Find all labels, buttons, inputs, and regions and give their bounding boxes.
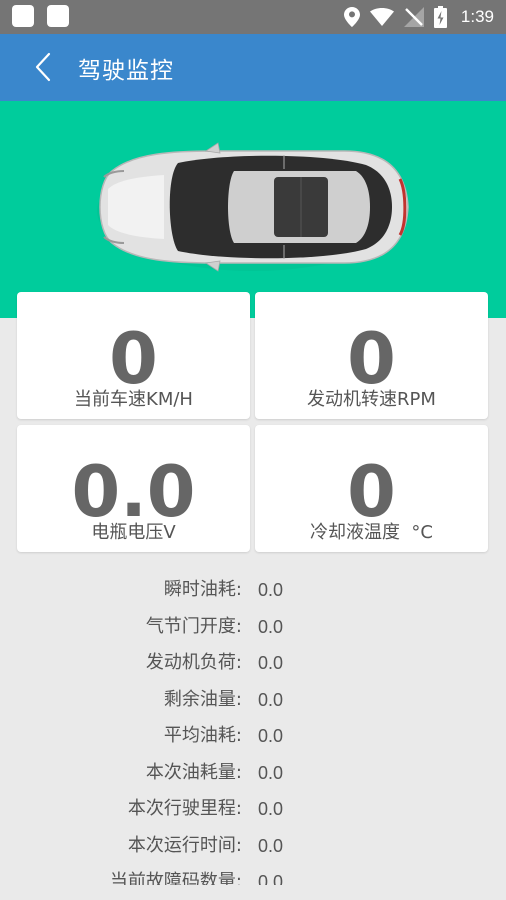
app-bar: 驾驶监控 xyxy=(0,34,506,101)
stat-row-instant-fuel: 瞬时油耗: 0.0 xyxy=(0,575,506,605)
rpm-value: 0 xyxy=(347,318,396,400)
clock: 1:39 xyxy=(460,7,494,26)
notification-app-icon xyxy=(12,5,34,27)
stat-value: 0.0 xyxy=(258,726,284,746)
stat-value: 0.0 xyxy=(258,653,284,673)
speed-label: 当前车速KM/H xyxy=(74,389,193,410)
stat-row-fault-codes: 当前故障码数量: 0.0 xyxy=(0,867,506,885)
metric-card-rpm: 0 发动机转速RPM xyxy=(255,292,488,419)
stat-label: 平均油耗: xyxy=(163,725,242,746)
coolant-temp-value: 0 xyxy=(347,451,396,533)
page-title: 驾驶监控 xyxy=(78,58,174,84)
stat-label: 本次行驶里程: xyxy=(127,798,242,819)
voltage-value: 0.0 xyxy=(71,451,196,533)
location-icon xyxy=(343,7,360,27)
stat-value: 0.0 xyxy=(258,690,284,710)
status-bar: 1:39 xyxy=(0,0,506,34)
wifi-icon xyxy=(369,8,394,26)
stat-value: 0.0 xyxy=(258,763,284,783)
voltage-label: 电瓶电压V xyxy=(91,522,176,543)
battery-charging-icon xyxy=(433,6,447,28)
stat-value: 0.0 xyxy=(258,580,284,600)
rpm-label: 发动机转速RPM xyxy=(307,389,436,410)
stat-label: 本次油耗量: xyxy=(145,762,242,783)
no-signal-icon xyxy=(403,7,424,27)
car-hero-banner xyxy=(0,101,506,318)
metric-card-coolant-temp: 0 冷却液温度 °C xyxy=(255,425,488,552)
notification-app-icon xyxy=(47,5,69,27)
metric-card-speed: 0 当前车速KM/H xyxy=(17,292,250,419)
speed-value: 0 xyxy=(109,318,158,400)
stat-label: 发动机负荷: xyxy=(145,652,242,673)
stat-value: 0.0 xyxy=(258,872,284,885)
stat-row-trip-distance: 本次行驶里程: 0.0 xyxy=(0,794,506,824)
stat-label: 瞬时油耗: xyxy=(163,579,242,600)
driving-stats-list: 瞬时油耗: 0.0 气节门开度: 0.0 发动机负荷: 0.0 剩余油量: 0.… xyxy=(0,572,506,885)
stat-label: 当前故障码数量: xyxy=(109,871,242,885)
stat-label: 气节门开度: xyxy=(145,616,242,637)
stat-row-trip-time: 本次运行时间: 0.0 xyxy=(0,831,506,861)
stat-label: 本次运行时间: xyxy=(127,835,242,856)
coolant-temp-label: 冷却液温度 °C xyxy=(309,522,433,543)
stat-row-avg-fuel: 平均油耗: 0.0 xyxy=(0,721,506,751)
stat-value: 0.0 xyxy=(258,799,284,819)
car-top-view-image xyxy=(97,142,409,272)
status-icons: 1:39 xyxy=(343,0,494,34)
stat-row-throttle: 气节门开度: 0.0 xyxy=(0,612,506,642)
metric-card-voltage: 0.0 电瓶电压V xyxy=(17,425,250,552)
stat-row-fuel-remaining: 剩余油量: 0.0 xyxy=(0,685,506,715)
stat-value: 0.0 xyxy=(258,836,284,856)
stat-row-trip-fuel: 本次油耗量: 0.0 xyxy=(0,758,506,788)
back-button[interactable] xyxy=(26,48,60,86)
chevron-left-icon xyxy=(35,52,51,82)
stat-label: 剩余油量: xyxy=(163,689,242,710)
stat-row-engine-load: 发动机负荷: 0.0 xyxy=(0,648,506,678)
stat-value: 0.0 xyxy=(258,617,284,637)
